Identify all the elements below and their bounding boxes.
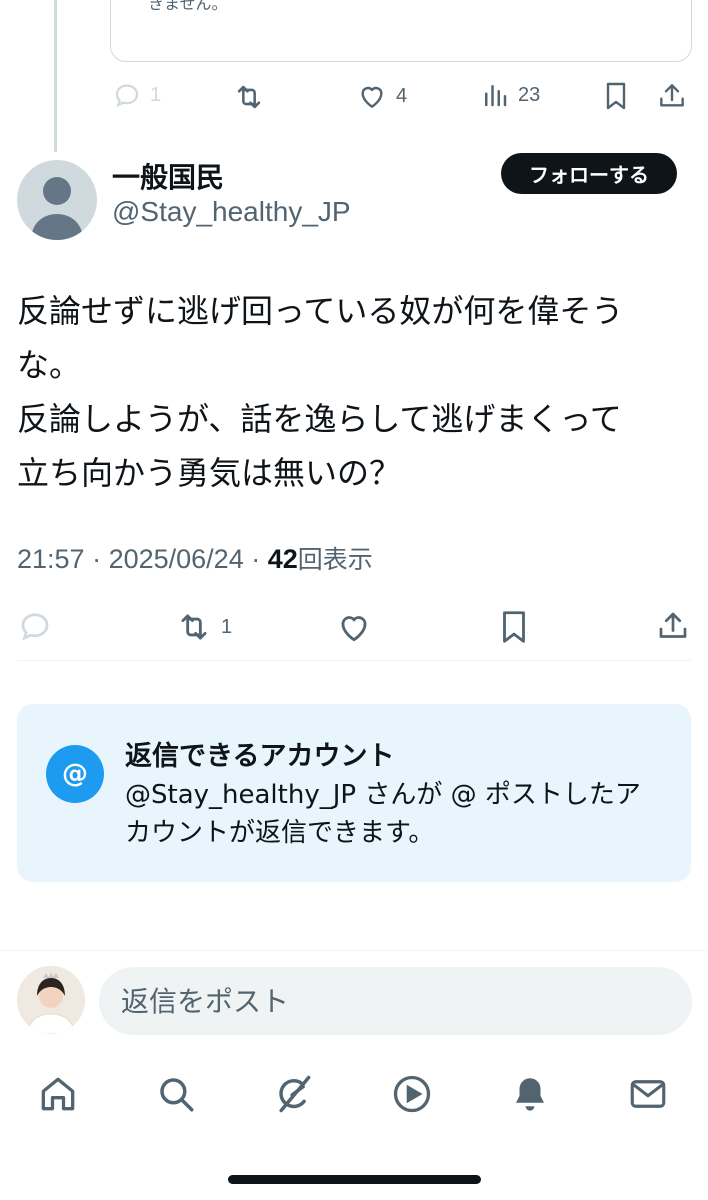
grok-icon — [279, 1075, 311, 1113]
user-photo-icon — [17, 966, 85, 1034]
reply-button[interactable] — [17, 608, 53, 644]
reply-restriction-text: @Stay_healthy_JP さんが @ ポストしたアカウントが返信できます… — [125, 780, 641, 848]
prev-like-count: 4 — [396, 84, 408, 107]
meta-separator: · — [243, 544, 268, 574]
home-icon — [41, 1077, 75, 1111]
author-avatar[interactable] — [17, 160, 97, 240]
reply-input[interactable] — [99, 967, 692, 1035]
nav-search[interactable] — [152, 1070, 200, 1118]
video-icon — [393, 1075, 431, 1113]
reply-restriction-title: 返信できるアカウント — [125, 741, 395, 772]
prev-bookmark-button[interactable] — [600, 80, 632, 112]
prev-views-button[interactable]: 23 — [480, 80, 540, 110]
home-indicator — [228, 1175, 481, 1184]
actions-divider — [17, 660, 692, 661]
prev-repost-button[interactable] — [232, 80, 274, 114]
post-date[interactable]: 2025/06/24 — [109, 544, 244, 574]
prev-reply-button[interactable]: 1 — [112, 80, 161, 110]
share-button[interactable] — [655, 608, 691, 644]
post-views-label: 回表示 — [297, 545, 373, 574]
share-icon — [659, 612, 687, 638]
my-avatar[interactable] — [17, 966, 85, 1034]
reply-icon — [115, 84, 139, 108]
post-text: 反論せずに逃げ回っている奴が何を偉そう な。 反論しようが、話を逸らして逃げまく… — [17, 292, 624, 492]
like-button[interactable] — [335, 608, 373, 646]
repost-icon — [181, 614, 207, 640]
follow-button[interactable]: フォローする — [501, 153, 677, 194]
default-avatar-icon — [31, 177, 83, 240]
mention-icon: @ — [46, 745, 104, 803]
thread-line — [54, 0, 57, 152]
author-display-name[interactable]: 一般国民 — [112, 156, 224, 196]
post-meta: 21:57 · 2025/06/24 · 42回表示 — [17, 540, 373, 576]
meta-separator: · — [84, 544, 109, 574]
nav-home[interactable] — [34, 1070, 82, 1118]
repost-button[interactable]: 1 — [175, 608, 232, 646]
nav-notifications[interactable] — [506, 1070, 554, 1118]
notifications-icon — [516, 1078, 544, 1111]
nav-messages[interactable] — [624, 1070, 672, 1118]
heart-icon — [361, 86, 383, 109]
composer-divider — [0, 950, 708, 951]
heart-icon — [341, 616, 367, 642]
share-icon — [660, 84, 684, 107]
bookmark-icon — [503, 611, 525, 643]
post-time[interactable]: 21:57 — [17, 544, 85, 574]
prev-like-button[interactable]: 4 — [356, 80, 407, 112]
repost-icon — [237, 85, 261, 109]
messages-icon — [630, 1080, 666, 1108]
author-handle[interactable]: @Stay_healthy_JP — [112, 196, 351, 228]
reply-icon — [21, 613, 49, 641]
search-icon — [160, 1078, 194, 1112]
prev-views-count: 23 — [518, 83, 541, 106]
bookmark-icon — [606, 82, 626, 110]
prev-share-button[interactable] — [656, 80, 688, 112]
bookmark-button[interactable] — [495, 608, 533, 646]
nav-grok[interactable] — [270, 1070, 318, 1118]
post-views-count: 42 — [267, 544, 298, 574]
nav-video[interactable] — [388, 1070, 436, 1118]
repost-count: 1 — [221, 615, 233, 638]
quote-text: きません。 — [148, 0, 228, 13]
prev-reply-count: 1 — [150, 83, 162, 106]
views-icon — [485, 85, 507, 107]
